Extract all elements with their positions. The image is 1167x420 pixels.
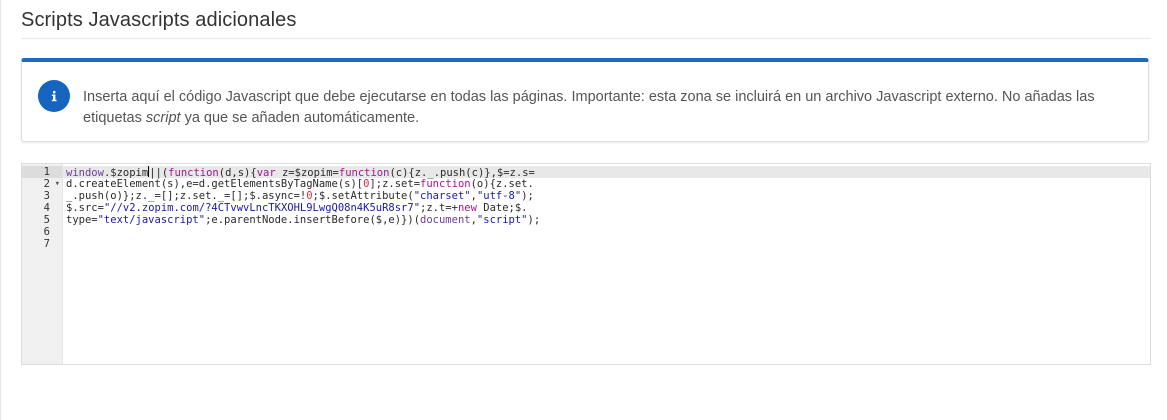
info-text-emphasis: script <box>145 110 181 126</box>
code-line[interactable]: type="text/javascript";e.parentNode.inse… <box>63 214 1150 226</box>
line-number: 7 <box>43 238 50 250</box>
code-line[interactable] <box>63 226 1150 238</box>
code-line[interactable] <box>63 238 1150 250</box>
info-callout: Inserta aquí el código Javascript que de… <box>21 58 1149 142</box>
line-number: 5 <box>43 214 50 226</box>
line-number[interactable]: 2 <box>22 178 62 190</box>
code-line[interactable]: $.src="//v2.zopim.com/?4CTvwvLncTKXOHL9L… <box>63 202 1150 214</box>
line-number: 6 <box>43 226 50 238</box>
title-divider <box>21 38 1151 39</box>
line-number: 4 <box>43 202 50 214</box>
info-icon <box>38 80 70 112</box>
code-line[interactable]: _.push(o)};z._=[];z.set._=[];$.async=!0;… <box>63 190 1150 202</box>
info-message: Inserta aquí el código Javascript que de… <box>83 87 1123 129</box>
line-number: 1 <box>22 166 62 178</box>
info-text-end: ya que se añaden automáticamente. <box>180 110 420 126</box>
code-line[interactable]: d.createElement(s),e=d.getElementsByTagN… <box>63 178 1150 190</box>
section-title: Scripts Javascripts adicionales <box>21 9 297 31</box>
code-editor[interactable]: 1 2 3 4 5 6 7 window.$zopim||(function(d… <box>21 163 1151 365</box>
code-line[interactable]: window.$zopim||(function(d,s){var z=$zop… <box>63 166 1150 179</box>
editor-gutter: 1 2 3 4 5 6 7 <box>22 164 63 364</box>
line-number: 3 <box>43 190 50 202</box>
text-cursor <box>148 166 150 177</box>
code-area[interactable]: window.$zopim||(function(d,s){var z=$zop… <box>63 164 1150 364</box>
page-left-border <box>0 0 1 420</box>
